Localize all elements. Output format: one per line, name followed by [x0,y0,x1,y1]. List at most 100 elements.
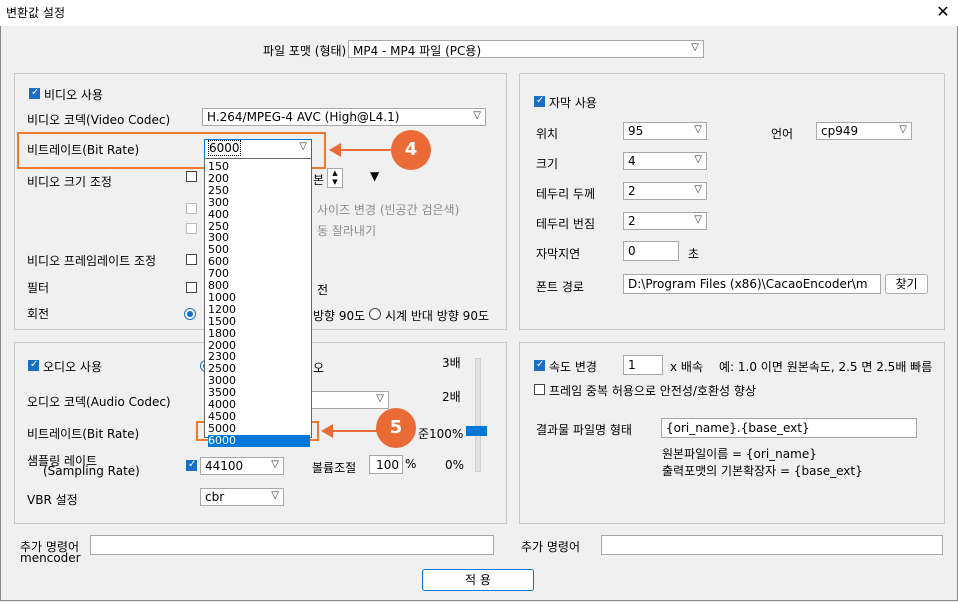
video-size-checkbox[interactable] [186,171,197,182]
filter-checkbox[interactable] [186,282,197,293]
sub-border-blur-label: 테두리 번짐 [536,217,596,231]
sub-size-label: 크기 [536,157,559,171]
video-bitrate-select[interactable]: 6000 ▽ [204,139,312,159]
sub-size-value: 4 [628,154,636,168]
vbr-select[interactable]: cbr ▽ [200,488,284,506]
chevron-down-icon: ▽ [694,154,702,165]
sub-lang-value: cp949 [821,124,859,138]
output-name-value: {ori_name}.{base_ext} [666,421,810,435]
vbr-label: VBR 설정 [27,493,78,507]
bitrate-option[interactable]: 400 [208,208,310,221]
output-name-label: 결과물 파일명 형태 [536,423,632,437]
close-icon[interactable]: ✕ [934,2,952,22]
sub-border-width-select[interactable]: 2 ▽ [623,182,707,200]
sampling-select[interactable]: 44100 ▽ [200,457,284,475]
window-title: 변환값 설정 [6,6,66,20]
browse-font-button[interactable]: 찾기 [885,274,928,294]
font-path-input[interactable]: D:\Program Files (x86)\CacaoEncoder\m [623,274,881,294]
rotate-ccw-label: 시계 반대 방향 90도 [385,309,489,323]
frame-dup-checkbox[interactable] [534,384,545,395]
subtitle-use-checkbox[interactable] [534,95,545,107]
sub-position-select[interactable]: 95 ▽ [623,122,707,140]
size-spinner[interactable]: ▲ ▼ [327,168,343,188]
bitrate-option[interactable]: 300 [208,196,310,209]
speed-label: 속도 변경 [549,360,597,374]
volume-slider-track[interactable] [475,358,481,472]
filter-label: 필터 [27,281,50,295]
video-bitrate-label: 비트레이트(Bit Rate) [27,143,140,157]
framerate-label: 비디오 프레임레이트 조정 [27,254,157,268]
arrow-5-line [332,430,377,432]
size-opt2-checkbox[interactable] [186,223,197,234]
bitrate-option[interactable]: 1800 [208,327,310,340]
speed-value: 1 [628,358,636,372]
sub-delay-value: 0 [628,244,636,258]
bitrate-option[interactable]: 6000 [208,434,310,447]
extra-cmd-left-input[interactable] [90,535,494,555]
arrow-5-head [321,424,333,438]
video-size-suffix: 본 [313,173,325,187]
sampling-value: 44100 [205,459,244,473]
sub-delay-input[interactable]: 0 [623,241,679,261]
rotate-label: 회전 [27,307,50,321]
sub-border-width-value: 2 [628,184,636,198]
chevron-down-icon: ▽ [694,214,702,225]
speed-input[interactable]: 1 [623,355,663,375]
sampling-checkbox[interactable] [186,459,197,471]
vbr-value: cbr [205,490,225,504]
rotate-radio-ccw[interactable] [369,308,381,320]
scale-2x: 2배 [442,390,461,404]
sub-border-width-label: 테두리 두께 [536,187,596,201]
frame-dup-label: 프레임 중복 허용으로 안전성/호환성 향상 [549,384,756,398]
chevron-down-icon: ▽ [899,124,907,135]
sub-border-blur-select[interactable]: 2 ▽ [623,212,707,230]
video-bitrate-value: 6000 [208,140,241,156]
speed-checkbox[interactable] [534,359,545,371]
output-note-2: 출력포맷의 기본확장자 = {base_ext} [662,464,863,478]
volume-slider-thumb[interactable] [466,426,487,436]
chevron-down-icon: ▽ [271,459,279,470]
audio-bitrate-label: 비트레이트(Bit Rate) [27,427,140,441]
arrow-4-head [329,143,341,157]
sub-border-blur-value: 2 [628,214,636,228]
rotate-radio-none[interactable] [184,308,196,320]
bitrate-option[interactable]: 1500 [208,315,310,328]
audio-use-checkbox[interactable] [28,359,39,371]
audio-use-label: 오디오 사용 [43,360,103,374]
bitrate-option[interactable]: 5000 [208,422,310,435]
volume-input[interactable]: 100 [369,455,403,474]
sub-lang-select[interactable]: cp949 ▽ [816,122,912,140]
format-value: MP4 - MP4 파일 (PC용) [353,44,482,58]
chevron-down-icon: ▽ [299,141,307,152]
size-opt1-checkbox[interactable] [186,203,197,214]
video-size-label: 비디오 크기 조정 [27,175,112,189]
arrow-4-line [340,149,392,151]
video-use-checkbox[interactable] [29,87,40,99]
title-bar [0,0,958,26]
dropdown-arrow-icon[interactable]: ▼ [370,169,379,183]
speed-unit: x 배속 [670,360,703,374]
step-badge-4: 4 [391,130,431,170]
step-badge-5: 5 [376,408,416,448]
bitrate-dropdown-list[interactable]: 150 200 250 300 400 250 300 500 600 700 800 1000 120… [204,158,312,447]
video-codec-select[interactable]: H.264/MPEG-4 AVC (High@L4.1) ▽ [202,108,486,126]
volume-label: 볼륨조절 [312,461,357,475]
speed-example: 예: 1.0 이면 원본속도, 2.5 면 2.5배 빠름 [719,360,933,374]
format-select[interactable]: MP4 - MP4 파일 (PC용) ▽ [348,40,704,58]
sub-position-value: 95 [628,124,644,138]
bitrate-option[interactable]: 250 [208,184,310,197]
apply-button[interactable]: 적 용 [422,569,534,591]
framerate-checkbox[interactable] [186,254,197,265]
chevron-down-icon: ▽ [691,42,699,53]
chevron-down-icon: ▽ [473,110,481,121]
sub-size-select[interactable]: 4 ▽ [623,152,707,170]
sub-position-label: 위치 [536,127,559,141]
scale-0: 0% [445,458,465,472]
audio-codec-select[interactable]: ▽ [311,391,389,409]
filter-suffix: 전 [317,283,329,297]
extra-cmd-right-label: 추가 명령어 [521,540,581,554]
extra-cmd-right-input[interactable] [601,535,943,555]
format-label: 파일 포맷 (형태) [263,44,347,58]
output-name-input[interactable]: {ori_name}.{base_ext} [661,418,917,438]
bitrate-option[interactable]: 1200 [208,303,310,316]
